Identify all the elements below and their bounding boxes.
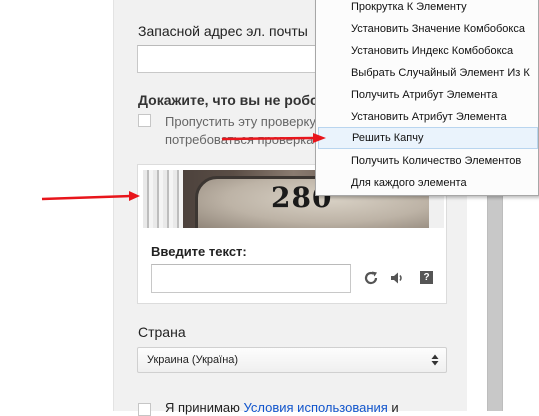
annotation-arrow-captcha xyxy=(41,191,140,201)
annotation-overlay xyxy=(41,133,326,201)
annotation-arrow-menu xyxy=(221,133,326,143)
